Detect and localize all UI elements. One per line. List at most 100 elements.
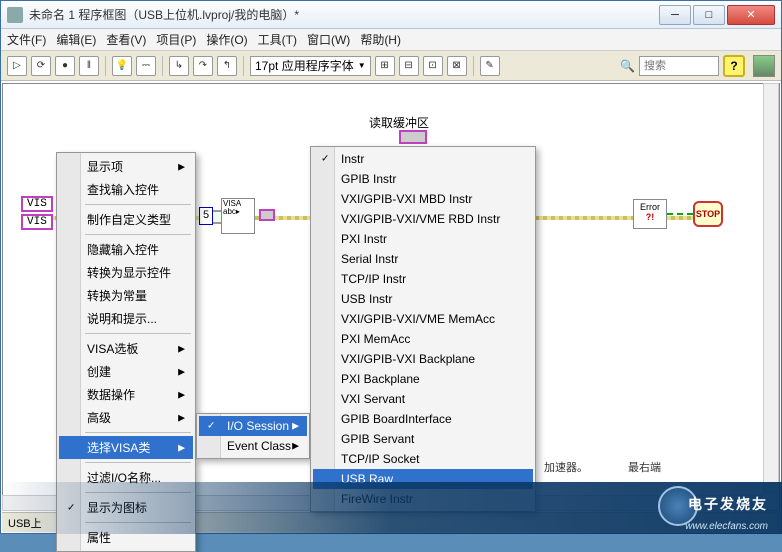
menu-item[interactable]: 显示为图标✓ [59, 496, 193, 519]
font-selector[interactable]: 17pt 应用程序字体 ▼ [250, 56, 371, 76]
status-accel: 加速器。 [544, 459, 588, 475]
menu-separator [85, 333, 191, 334]
menu-item[interactable]: PXI Backplane [313, 369, 533, 389]
status-right: 最右端 [628, 459, 661, 475]
status-left: USB上 [8, 515, 42, 531]
menu-item[interactable]: I/O Session▶✓ [199, 416, 307, 436]
abort-button[interactable]: ● [55, 56, 75, 76]
submenu-arrow-icon: ▶ [178, 442, 185, 453]
menu-item[interactable]: 创建▶ [59, 360, 193, 383]
menu-window[interactable]: 窗口(W) [307, 31, 350, 48]
menu-separator [85, 204, 191, 205]
highlight-button[interactable]: 💡 [112, 56, 132, 76]
step-out-button[interactable]: ↰ [217, 56, 237, 76]
font-label: 17pt 应用程序字体 [255, 57, 354, 74]
search-input[interactable] [639, 56, 719, 76]
run-continuous-button[interactable]: ⟳ [31, 56, 51, 76]
menu-item[interactable]: FireWire Instr [313, 489, 533, 509]
toolbar-divider [162, 56, 163, 76]
menu-item[interactable]: TCP/IP Instr [313, 269, 533, 289]
error-icon: ?! [634, 212, 666, 222]
string-tunnel[interactable] [259, 209, 275, 221]
run-button[interactable]: ▷ [7, 56, 27, 76]
toolbar: ▷ ⟳ ● ‖ 💡 ⎓ ↳ ↷ ↰ 17pt 应用程序字体 ▼ ⊞ ⊟ ⊡ ⊠ … [1, 51, 781, 81]
menu-item[interactable]: 选择VISA类▶ [59, 436, 193, 459]
menu-separator [85, 432, 191, 433]
step-into-button[interactable]: ↳ [169, 56, 189, 76]
menu-separator [85, 522, 191, 523]
visa-read-node[interactable]: VISA abc▸ [221, 198, 255, 234]
submenu-arrow-icon: ▶ [178, 366, 185, 377]
resize-button[interactable]: ⊡ [423, 56, 443, 76]
search-icon: 🔍 [620, 59, 635, 73]
vi-icon[interactable] [753, 55, 775, 77]
context-menu-main[interactable]: 显示项▶查找输入控件制作自定义类型隐藏输入控件转换为显示控件转换为常量说明和提示… [56, 152, 196, 552]
menu-file[interactable]: 文件(F) [7, 31, 46, 48]
menu-item[interactable]: USB Instr [313, 289, 533, 309]
submenu-arrow-icon: ▶ [178, 389, 185, 400]
menu-item[interactable]: 转换为常量 [59, 284, 193, 307]
menu-operate[interactable]: 操作(O) [206, 31, 247, 48]
menu-view[interactable]: 查看(V) [106, 31, 146, 48]
menu-item[interactable]: PXI MemAcc [313, 329, 533, 349]
menu-item[interactable]: 转换为显示控件 [59, 261, 193, 284]
minimize-button[interactable]: ─ [659, 5, 691, 25]
read-buffer-indicator[interactable] [399, 130, 427, 144]
menu-separator [85, 234, 191, 235]
check-icon: ✓ [67, 502, 75, 513]
error-handler-node[interactable]: Error ?! [633, 199, 667, 229]
menu-item[interactable]: VXI/GPIB-VXI/VME RBD Instr [313, 209, 533, 229]
menu-item[interactable]: 说明和提示... [59, 307, 193, 330]
menu-tools[interactable]: 工具(T) [258, 31, 297, 48]
app-icon [7, 7, 23, 23]
menu-item[interactable]: 高级▶ [59, 406, 193, 429]
menu-item[interactable]: 数据操作▶ [59, 383, 193, 406]
menu-item[interactable]: GPIB Servant [313, 429, 533, 449]
pause-button[interactable]: ‖ [79, 56, 99, 76]
menubar: 文件(F) 编辑(E) 查看(V) 项目(P) 操作(O) 工具(T) 窗口(W… [1, 29, 781, 51]
chevron-down-icon: ▼ [358, 61, 366, 70]
toolbar-divider [243, 56, 244, 76]
toolbar-divider [473, 56, 474, 76]
submenu-arrow-icon: ▶ [292, 421, 299, 432]
inner-statusbar: 加速器。 最右端 [1, 458, 781, 476]
read-buffer-label: 读取缓冲区 [369, 114, 429, 131]
visa-resource-control[interactable]: VIS VIS [21, 196, 53, 230]
menu-project[interactable]: 项目(P) [156, 31, 196, 48]
menu-item[interactable]: 显示项▶ [59, 155, 193, 178]
distribute-button[interactable]: ⊟ [399, 56, 419, 76]
toolbar-divider [105, 56, 106, 76]
menu-item[interactable]: 隐藏输入控件 [59, 238, 193, 261]
menu-edit[interactable]: 编辑(E) [56, 31, 96, 48]
context-menu-visa-class[interactable]: I/O Session▶✓Event Class▶ [196, 413, 310, 459]
error-label: Error [634, 202, 666, 212]
maximize-button[interactable]: □ [693, 5, 725, 25]
menu-item[interactable]: 制作自定义类型 [59, 208, 193, 231]
cleanup-button[interactable]: ✎ [480, 56, 500, 76]
stop-button-terminal[interactable]: STOP [693, 201, 723, 227]
menu-item[interactable]: VXI/GPIB-VXI/VME MemAcc [313, 309, 533, 329]
vertical-scrollbar[interactable] [763, 83, 779, 493]
menu-item[interactable]: GPIB BoardInterface [313, 409, 533, 429]
menu-item[interactable]: PXI Instr [313, 229, 533, 249]
help-button[interactable]: ? [723, 55, 745, 77]
menu-item[interactable]: 查找输入控件 [59, 178, 193, 201]
retain-wire-button[interactable]: ⎓ [136, 56, 156, 76]
menu-item[interactable]: 属性 [59, 526, 193, 549]
menu-item[interactable]: VXI/GPIB-VXI MBD Instr [313, 189, 533, 209]
close-button[interactable]: ✕ [727, 5, 775, 25]
menu-item[interactable]: GPIB Instr [313, 169, 533, 189]
menu-item[interactable]: Event Class▶ [199, 436, 307, 456]
menu-item[interactable]: VXI/GPIB-VXI Backplane [313, 349, 533, 369]
menu-item[interactable]: Serial Instr [313, 249, 533, 269]
visa-label-b: VIS [21, 214, 53, 230]
align-button[interactable]: ⊞ [375, 56, 395, 76]
menu-help[interactable]: 帮助(H) [360, 31, 401, 48]
step-over-button[interactable]: ↷ [193, 56, 213, 76]
menu-item[interactable]: VXI Servant [313, 389, 533, 409]
numeric-constant-5[interactable]: 5 [199, 207, 213, 225]
reorder-button[interactable]: ⊠ [447, 56, 467, 76]
menu-item[interactable]: VISA选板▶ [59, 337, 193, 360]
submenu-arrow-icon: ▶ [178, 161, 185, 172]
menu-item[interactable]: Instr✓ [313, 149, 533, 169]
